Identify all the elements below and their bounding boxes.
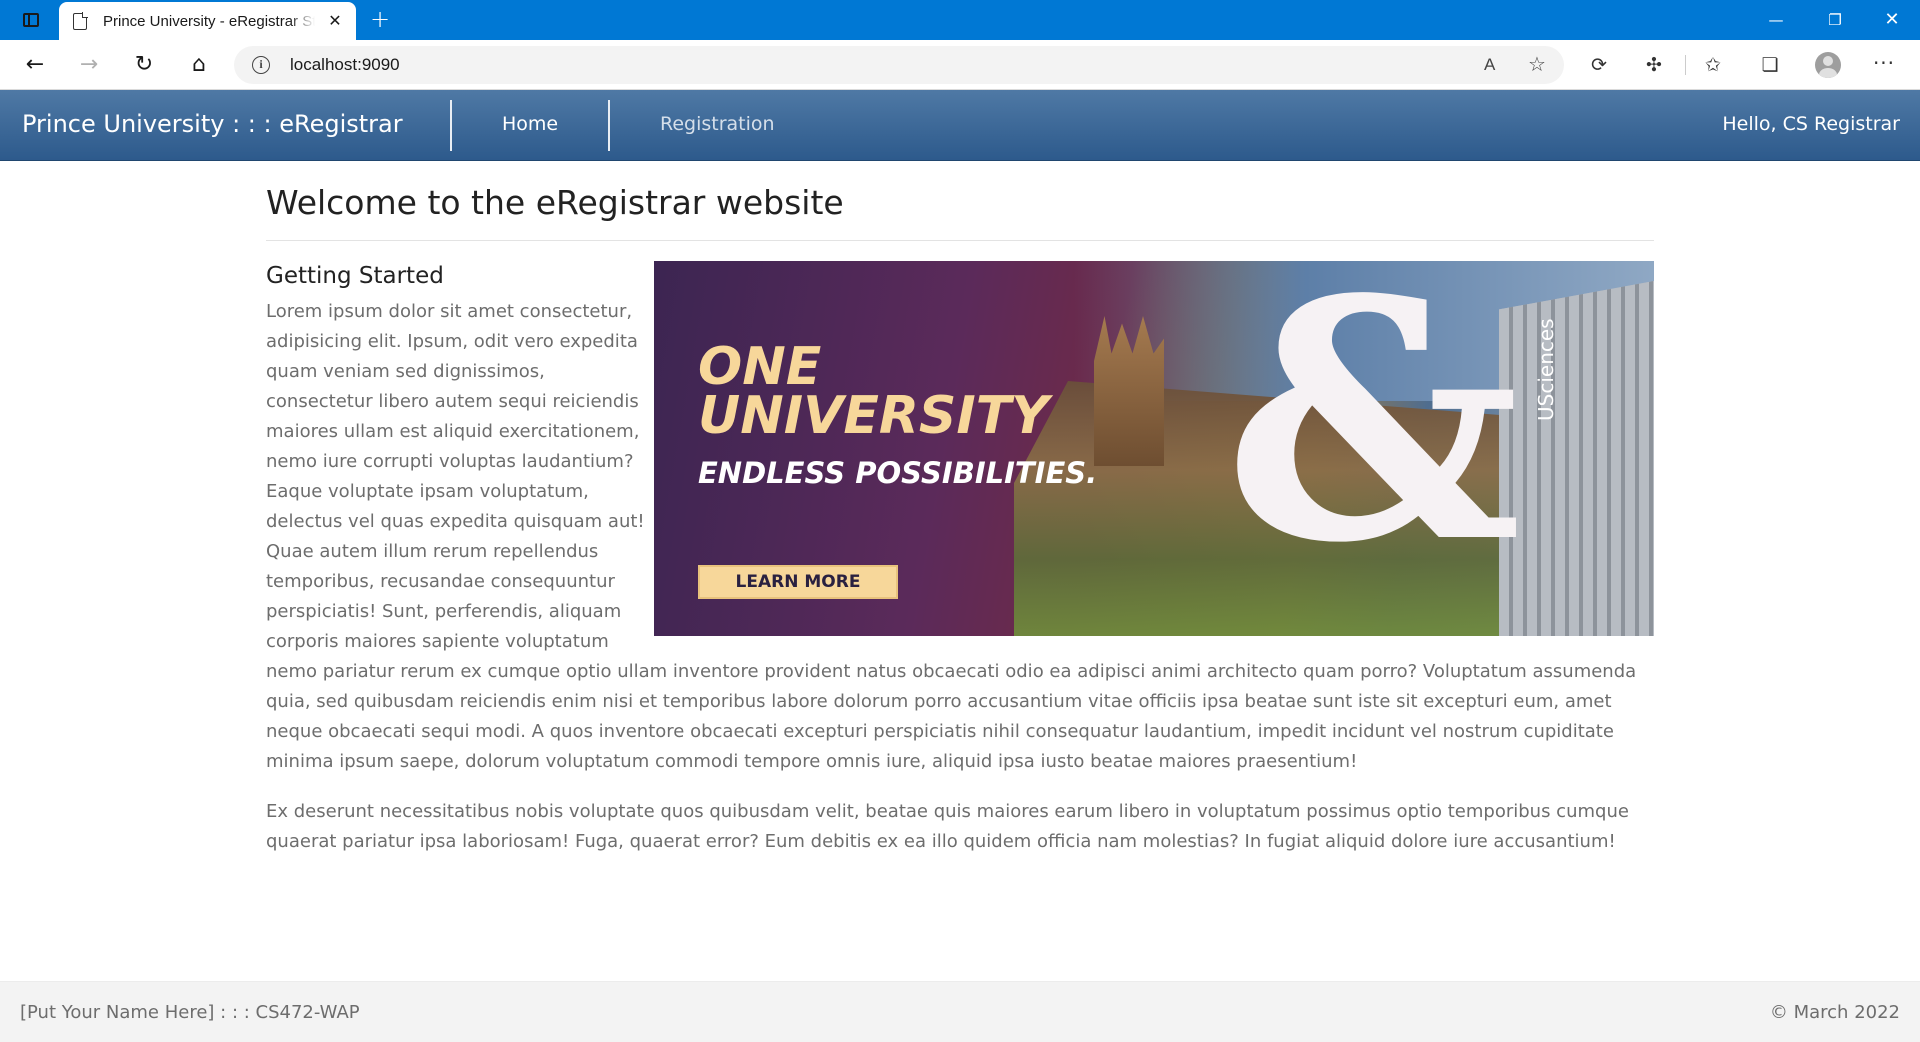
site-footer: [Put Your Name Here] : : : CS472-WAP © M… [0, 981, 1920, 1042]
reload-icon[interactable]: ↻ [129, 51, 159, 79]
footer-copyright: © March 2022 [1769, 1002, 1900, 1023]
minimize-icon[interactable]: — [1756, 6, 1796, 34]
close-icon[interactable]: ✕ [326, 12, 344, 30]
banner-building-image [1499, 281, 1654, 636]
user-greeting: Hello, CS Registrar [1722, 113, 1900, 135]
banner-building-sign: USciences [1534, 318, 1558, 421]
add-favorite-icon[interactable]: ☆ [1528, 52, 1546, 76]
restore-icon[interactable]: ❐ [1815, 6, 1855, 34]
banner-tagline: ENDLESS POSSIBILITIES. [698, 456, 1098, 490]
nav-link-home[interactable]: Home [502, 113, 558, 135]
address-bar[interactable]: i localhost:9090 A ☆ [234, 46, 1564, 84]
footer-author: [Put Your Name Here] : : : CS472-WAP [20, 1002, 360, 1023]
page-icon [73, 11, 88, 30]
page-title: Welcome to the eRegistrar website [266, 183, 844, 222]
back-arrow-icon[interactable]: ← [20, 51, 50, 79]
window-close-icon[interactable]: ✕ [1872, 6, 1912, 34]
learn-more-button[interactable]: LEARN MORE [698, 565, 898, 599]
tab-title: Prince University - eRegistrar Student [103, 12, 315, 30]
profile-icon[interactable] [1815, 52, 1841, 78]
browser-titlebar: Prince University - eRegistrar Student ✕… [0, 0, 1920, 40]
tab-actions-icon [23, 13, 39, 27]
banner-ampersand: & [1224, 261, 1522, 615]
more-icon[interactable]: ··· [1868, 49, 1900, 81]
toolbar-divider [1685, 55, 1686, 75]
promo-banner[interactable]: & USciences ONE UNIVERSITY ENDLESS POSSI… [654, 261, 1654, 636]
info-icon[interactable]: i [252, 56, 270, 74]
nav-divider [608, 100, 610, 151]
favorites-icon[interactable]: ✩ [1697, 49, 1729, 81]
brand-title[interactable]: Prince University : : : eRegistrar [22, 110, 403, 138]
url-text[interactable]: localhost:9090 [290, 55, 400, 75]
browser-toolbar: ← → ↻ ⌂ i localhost:9090 A ☆ ⟳ ✣ ✩ ❏ ··· [0, 40, 1920, 90]
nav-link-registration[interactable]: Registration [660, 113, 775, 135]
main-content: Welcome to the eRegistrar website & USci… [266, 161, 1654, 857]
tab-actions-button[interactable] [14, 8, 48, 32]
collections-icon[interactable]: ❏ [1754, 49, 1786, 81]
site-navbar: Prince University : : : eRegistrar Home … [0, 90, 1920, 161]
banner-headline-line2: UNIVERSITY [698, 386, 1049, 446]
read-aloud-icon[interactable]: A [1484, 55, 1495, 75]
title-divider [266, 240, 1654, 241]
refresh-sync-icon[interactable]: ⟳ [1583, 49, 1615, 81]
nav-divider [450, 100, 452, 151]
body-paragraph-2: Ex deserunt necessitatibus nobis volupta… [266, 801, 1629, 852]
content-section: & USciences ONE UNIVERSITY ENDLESS POSSI… [266, 261, 1654, 857]
extensions-icon[interactable]: ✣ [1638, 49, 1670, 81]
home-icon[interactable]: ⌂ [184, 51, 214, 79]
forward-arrow-icon[interactable]: → [74, 51, 104, 79]
new-tab-icon[interactable]: + [366, 6, 394, 34]
browser-tab[interactable]: Prince University - eRegistrar Student ✕ [59, 2, 356, 40]
